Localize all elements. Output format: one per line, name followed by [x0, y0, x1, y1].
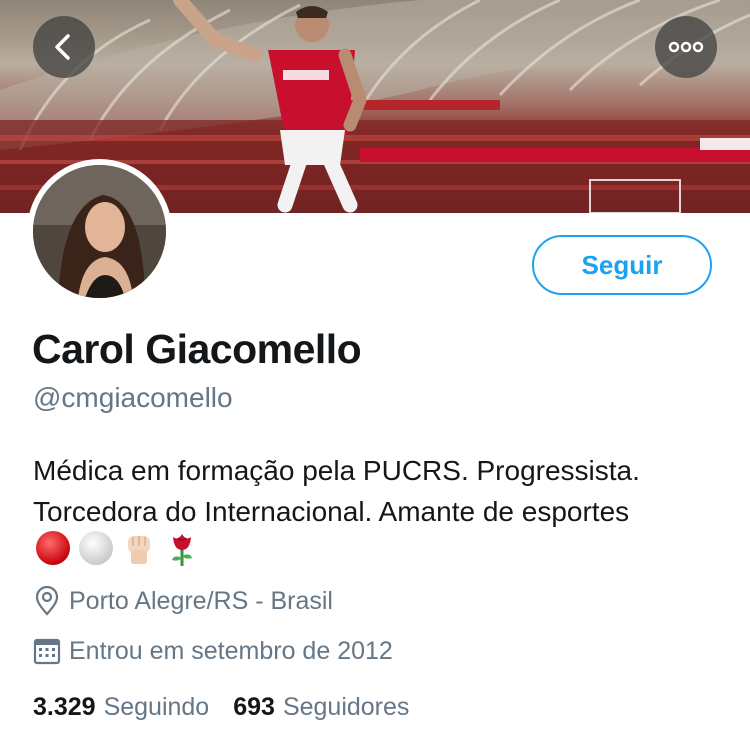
- avatar-photo: [33, 165, 166, 298]
- location-pin-icon: [35, 586, 59, 616]
- back-button[interactable]: [33, 16, 95, 78]
- avatar[interactable]: [27, 159, 172, 304]
- display-name: Carol Giacomello: [32, 326, 362, 372]
- followers-count: 693: [233, 693, 275, 721]
- following-link[interactable]: 3.329 Seguindo: [33, 693, 209, 722]
- follow-button[interactable]: Seguir: [532, 235, 712, 295]
- joined-row: Entrou em setembro de 2012: [33, 636, 393, 666]
- following-label: Seguindo: [103, 693, 210, 721]
- chevron-left-icon: [55, 34, 70, 60]
- location-row: Porto Alegre/RS - Brasil: [33, 586, 333, 616]
- raised-fist-icon: [128, 536, 150, 564]
- more-button[interactable]: [655, 16, 717, 78]
- bio-line: Torcedora do Internacional. Amante de es…: [33, 496, 630, 527]
- joined-text: Entrou em setembro de 2012: [69, 636, 393, 665]
- calendar-icon: [33, 638, 61, 665]
- bio: Médica em formação pela PUCRS. Progressi…: [33, 450, 733, 532]
- bio-line: Médica em formação pela PUCRS. Progressi…: [33, 455, 640, 486]
- following-count: 3.329: [33, 693, 96, 721]
- username-handle: @cmgiacomello: [33, 382, 233, 413]
- follow-stats: 3.329 Seguindo 693 Seguidores: [33, 693, 409, 722]
- location-text: Porto Alegre/RS - Brasil: [69, 586, 333, 615]
- red-circle-icon: [36, 531, 70, 565]
- rose-icon: [172, 534, 192, 566]
- more-dots-icon: [668, 41, 704, 53]
- white-circle-icon: [79, 531, 113, 565]
- followers-link[interactable]: 693 Seguidores: [233, 693, 409, 722]
- followers-label: Seguidores: [282, 693, 410, 721]
- bio-emojis: [33, 528, 202, 568]
